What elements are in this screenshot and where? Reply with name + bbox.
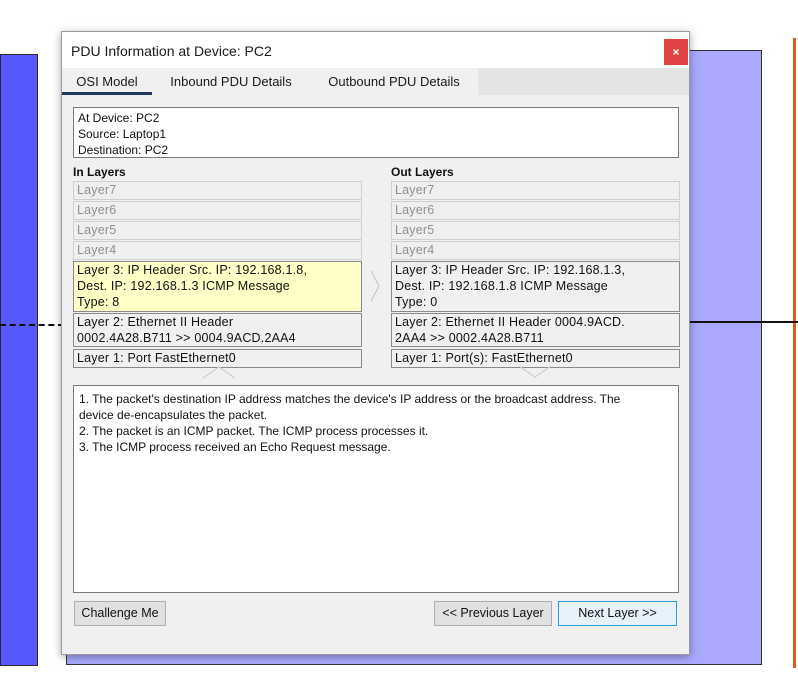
background-link-dashed xyxy=(0,324,64,326)
challenge-me-button[interactable]: Challenge Me xyxy=(74,601,166,626)
chevron-up-icon xyxy=(202,366,236,379)
description-line-1: 1. The packet's destination IP address m… xyxy=(79,392,621,406)
tab-inbound-pdu-details[interactable]: Inbound PDU Details xyxy=(152,68,310,95)
in-layer2-line1: Layer 2: Ethernet II Header xyxy=(77,315,234,329)
at-device-text: At Device: PC2 xyxy=(78,111,160,125)
in-layer2-line2: 0002.4A28.B711 >> 0004.9ACD.2AA4 xyxy=(77,331,296,345)
out-layer3[interactable]: Layer 3: IP Header Src. IP: 192.168.1.3,… xyxy=(391,261,680,312)
chevron-down-icon xyxy=(518,365,552,378)
out-layer3-line2: Dest. IP: 192.168.1.8 ICMP Message xyxy=(395,279,608,293)
chevron-right-icon xyxy=(370,270,380,302)
process-description-box: 1. The packet's destination IP address m… xyxy=(73,385,679,593)
out-layer3-line1: Layer 3: IP Header Src. IP: 192.168.1.3, xyxy=(395,263,626,277)
in-layer3-line1: Layer 3: IP Header Src. IP: 192.168.1.8, xyxy=(77,263,308,277)
previous-layer-button[interactable]: << Previous Layer xyxy=(434,601,552,626)
in-layer3-line3: Type: 8 xyxy=(77,295,120,309)
description-line-2: device de-encapsulates the packet. xyxy=(79,408,268,422)
background-device-left xyxy=(0,54,38,666)
background-link-orange xyxy=(793,38,796,668)
title-bar: PDU Information at Device: PC2 × xyxy=(62,32,689,68)
background-link-solid xyxy=(686,321,798,323)
close-button[interactable]: × xyxy=(664,39,688,65)
out-layer5[interactable]: Layer5 xyxy=(391,221,680,240)
workspace-canvas: PDU Information at Device: PC2 × OSI Mod… xyxy=(0,0,798,692)
in-layer5[interactable]: Layer5 xyxy=(73,221,362,240)
destination-text: Destination: PC2 xyxy=(78,143,169,157)
next-layer-button[interactable]: Next Layer >> xyxy=(558,601,677,626)
out-layer3-line3: Type: 0 xyxy=(395,295,438,309)
out-layer2-line2: 2AA4 >> 0002.4A28.B711 xyxy=(395,331,544,345)
pdu-info-dialog: PDU Information at Device: PC2 × OSI Mod… xyxy=(61,31,690,655)
out-layer2-line1: Layer 2: Ethernet II Header 0004.9ACD. xyxy=(395,315,625,329)
tab-osi-model[interactable]: OSI Model xyxy=(62,68,152,95)
out-layer4[interactable]: Layer4 xyxy=(391,241,680,260)
dialog-title: PDU Information at Device: PC2 xyxy=(71,43,272,59)
in-layer2[interactable]: Layer 2: Ethernet II Header 0002.4A28.B7… xyxy=(73,313,362,347)
tab-bar: OSI Model Inbound PDU Details Outbound P… xyxy=(62,68,689,95)
device-info-box: At Device: PC2 Source: Laptop1 Destinati… xyxy=(73,107,679,158)
in-layer3-line2: Dest. IP: 192.168.1.3 ICMP Message xyxy=(77,279,290,293)
description-line-4: 3. The ICMP process received an Echo Req… xyxy=(79,440,391,454)
in-layers-heading: In Layers xyxy=(73,165,126,179)
description-line-3: 2. The packet is an ICMP packet. The ICM… xyxy=(79,424,429,438)
in-layer6[interactable]: Layer6 xyxy=(73,201,362,220)
out-layers-heading: Out Layers xyxy=(391,165,454,179)
in-layer7[interactable]: Layer7 xyxy=(73,181,362,200)
tab-outbound-pdu-details[interactable]: Outbound PDU Details xyxy=(310,68,478,95)
out-layer2[interactable]: Layer 2: Ethernet II Header 0004.9ACD. 2… xyxy=(391,313,680,347)
in-layer3[interactable]: Layer 3: IP Header Src. IP: 192.168.1.8,… xyxy=(73,261,362,312)
tab-strip-filler xyxy=(478,68,689,95)
in-layer4[interactable]: Layer4 xyxy=(73,241,362,260)
source-text: Source: Laptop1 xyxy=(78,127,167,141)
out-layer7[interactable]: Layer7 xyxy=(391,181,680,200)
out-layer6[interactable]: Layer6 xyxy=(391,201,680,220)
